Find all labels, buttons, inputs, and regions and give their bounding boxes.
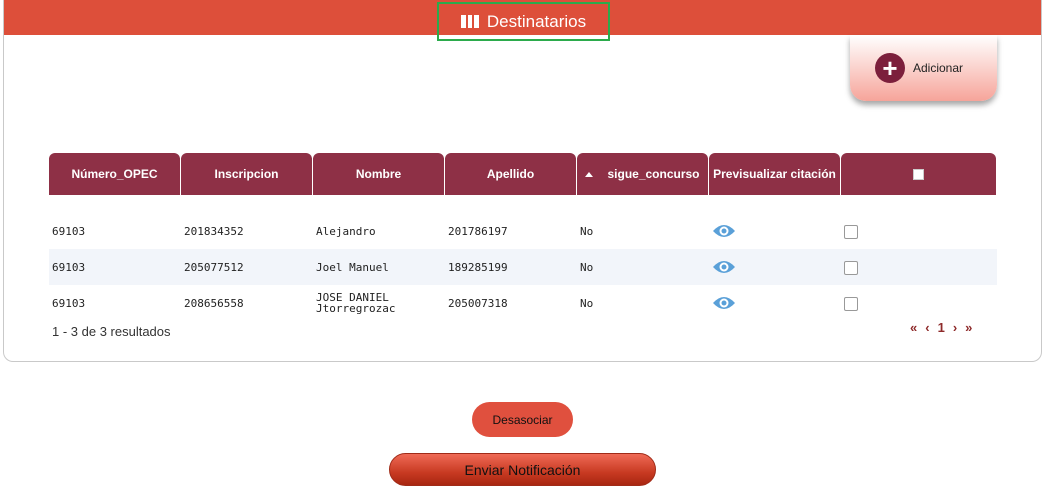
prev-page-button[interactable]: ‹: [925, 320, 929, 338]
cell-nombre-line2: Jtorregrozac: [316, 302, 396, 315]
current-page[interactable]: 1: [938, 320, 945, 338]
panel-title-text: Destinatarios: [486, 11, 587, 31]
last-page-button[interactable]: »: [965, 320, 972, 338]
book-icon: [460, 15, 479, 28]
cell-opec: 69103: [52, 260, 86, 274]
cell-apellido: 189285199: [448, 260, 508, 274]
table-header: Número_OPEC Inscripcion Nombre Apellido …: [49, 153, 997, 195]
desasociar-button[interactable]: Desasociar: [472, 402, 573, 437]
col-numero-opec[interactable]: Número_OPEC: [49, 153, 180, 195]
cell-inscripcion: 208656558: [184, 296, 244, 310]
cell-apellido: 205007318: [448, 296, 508, 310]
select-all-checkbox[interactable]: [913, 168, 924, 180]
first-page-button[interactable]: «: [910, 320, 917, 338]
table-row: 69103 205077512 Joel Manuel 189285199 No: [49, 249, 997, 285]
eye-icon: [713, 225, 735, 237]
col-inscripcion[interactable]: Inscripcion: [181, 153, 312, 195]
enviar-notificacion-button[interactable]: Enviar Notificación: [389, 453, 656, 486]
eye-icon: [713, 261, 735, 273]
cell-nombre: Joel Manuel: [316, 260, 389, 274]
panel-title: Destinatarios: [437, 2, 610, 41]
add-button-label: Adicionar: [913, 61, 964, 75]
row-checkbox[interactable]: [844, 225, 858, 239]
cell-sigue-concurso: No: [580, 260, 594, 274]
plus-circle-icon: +: [875, 53, 905, 83]
sort-ascending-icon: [585, 171, 594, 177]
cell-inscripcion: 205077512: [184, 260, 244, 274]
row-select-cell: [841, 249, 996, 285]
results-summary: 1 - 3 de 3 resultados: [52, 324, 171, 339]
cell-opec: 69103: [52, 224, 86, 238]
row-checkbox[interactable]: [844, 261, 858, 275]
row-checkbox[interactable]: [844, 297, 858, 311]
cell-opec: 69103: [52, 296, 86, 310]
row-select-cell: [841, 213, 996, 249]
col-apellido[interactable]: Apellido: [445, 153, 576, 195]
recipients-panel: Destinatarios + Adicionar Número_OPEC In…: [3, 0, 1042, 362]
pagination: « ‹ 1 › »: [910, 320, 972, 338]
col-nombre[interactable]: Nombre: [313, 153, 444, 195]
eye-icon: [713, 297, 735, 309]
table-row: 69103 201834352 Alejandro 201786197 No: [49, 213, 997, 249]
cell-apellido: 201786197: [448, 224, 508, 238]
cell-inscripcion: 201834352: [184, 224, 244, 238]
preview-citation-button[interactable]: [709, 249, 840, 285]
select-all-header[interactable]: [841, 153, 996, 195]
row-select-cell: [841, 285, 996, 321]
next-page-button[interactable]: ›: [953, 320, 957, 338]
preview-citation-button[interactable]: [709, 213, 840, 249]
col-sigue-concurso[interactable]: sigue_concurso: [577, 153, 708, 195]
cell-sigue-concurso: No: [580, 224, 594, 238]
col-previsualizar: Previsualizar citación: [709, 153, 840, 195]
cell-sigue-concurso: No: [580, 296, 594, 310]
add-button[interactable]: + Adicionar: [850, 35, 997, 101]
table-row: 69103 208656558 JOSE DANIEL Jtorregrozac…: [49, 285, 997, 321]
preview-citation-button[interactable]: [709, 285, 840, 321]
cell-nombre: JOSE DANIEL Jtorregrozac: [313, 285, 444, 321]
cell-nombre: Alejandro: [316, 224, 376, 238]
